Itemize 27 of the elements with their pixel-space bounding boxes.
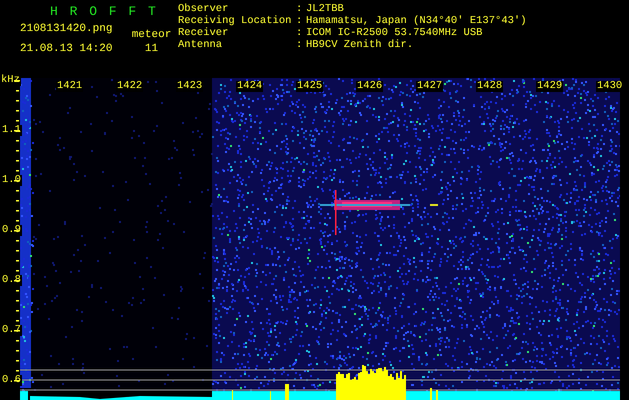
app-title: H R O F F T <box>49 4 158 21</box>
info-label: Receiving Location <box>178 15 292 27</box>
separator: : <box>296 15 302 27</box>
info-value: ICOM IC-R2500 53.7540MHz USB <box>306 27 482 39</box>
info-value: Hamamatsu, Japan (N34°40' E137°43') <box>306 15 527 27</box>
x-axis-label: 1421 <box>56 81 84 92</box>
x-axis-label: 1425 <box>296 81 324 92</box>
info-label: Antenna <box>178 39 222 51</box>
x-axis-label: 1427 <box>416 81 444 92</box>
file-name: 2108131420.png <box>20 22 114 36</box>
x-axis-label: 1429 <box>536 81 564 92</box>
separator: : <box>296 27 302 39</box>
separator: : <box>296 3 302 15</box>
info-label: Receiver <box>178 27 228 39</box>
info-label: Observer <box>178 3 228 15</box>
x-axis-label: 1426 <box>356 81 384 92</box>
x-axis-label: 1423 <box>176 81 204 92</box>
mode-label: meteor <box>130 28 172 42</box>
timestamp: 21.08.13 14:20 <box>20 42 114 56</box>
x-axis-label: 1428 <box>476 81 504 92</box>
info-value: HB9CV Zenith dir. <box>306 39 414 51</box>
x-axis-label: 1430 <box>596 81 624 92</box>
info-value: JL2TBB <box>306 3 344 15</box>
x-axis-label: 1422 <box>116 81 144 92</box>
echo-count: 11 <box>144 42 160 56</box>
separator: : <box>296 39 302 51</box>
x-axis-label: 1424 <box>236 81 264 92</box>
